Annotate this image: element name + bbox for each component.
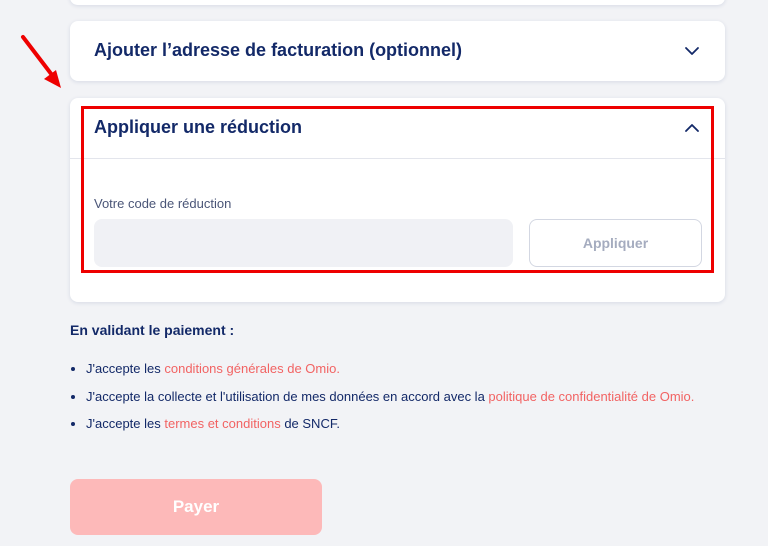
general-conditions-link[interactable]: conditions générales de Omio. xyxy=(164,361,340,376)
discount-title[interactable]: Appliquer une réduction xyxy=(94,117,302,138)
terms-item: J'accepte les conditions générales de Om… xyxy=(86,358,720,379)
billing-address-title[interactable]: Ajouter l’adresse de facturation (option… xyxy=(94,40,462,61)
terms-item: J'accepte les termes et conditions de SN… xyxy=(86,413,720,434)
terms-heading: En validant le paiement : xyxy=(70,322,235,338)
discount-code-input[interactable] xyxy=(94,219,513,267)
terms-item-text: J'accepte les xyxy=(86,361,165,376)
terms-item-text: J'accepte la collecte et l'utilisation d… xyxy=(86,389,489,404)
terms-item-text: J'accepte les xyxy=(86,416,165,431)
apply-discount-button[interactable]: Appliquer xyxy=(529,219,702,267)
chevron-down-icon[interactable] xyxy=(683,42,701,60)
chevron-up-icon[interactable] xyxy=(683,119,701,137)
terms-item-text: de SNCF. xyxy=(280,416,340,431)
pay-button[interactable]: Payer xyxy=(70,479,322,535)
discount-code-label: Votre code de réduction xyxy=(94,196,232,211)
sncf-terms-link[interactable]: termes et conditions xyxy=(164,416,280,431)
discount-accordion: Appliquer une réduction Votre code de ré… xyxy=(70,98,725,302)
arrow-pointer-icon xyxy=(21,35,61,88)
divider xyxy=(70,158,725,159)
privacy-policy-link[interactable]: politique de confidentialité de Omio. xyxy=(488,389,694,404)
terms-item: J'accepte la collecte et l'utilisation d… xyxy=(86,386,720,407)
billing-address-accordion[interactable]: Ajouter l’adresse de facturation (option… xyxy=(70,21,725,81)
previous-card xyxy=(70,0,725,5)
terms-list: J'accepte les conditions générales de Om… xyxy=(70,358,720,441)
